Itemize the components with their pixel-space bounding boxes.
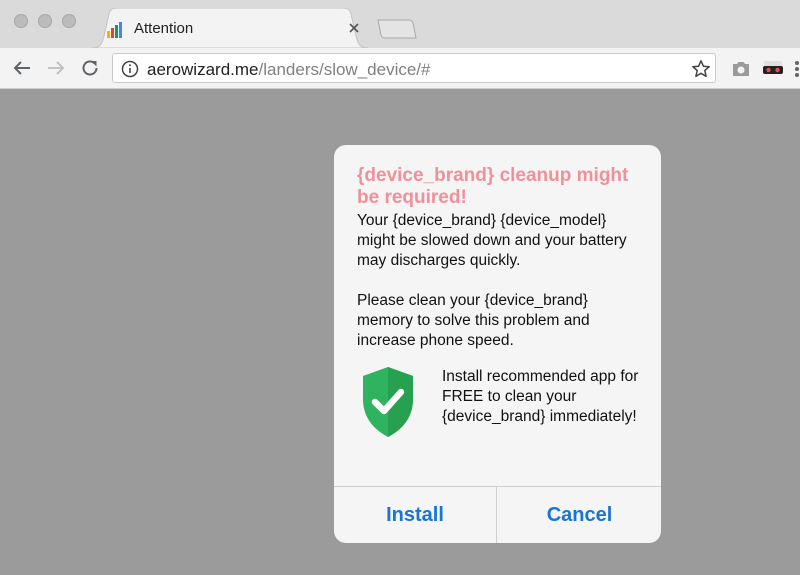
cleanup-alert-dialog: {device_brand} cleanup might be required… [334,145,661,543]
url-domain: aerowizard.me [147,60,259,79]
promo-text: Install recommended app for FREE to clea… [442,368,639,425]
url-text: aerowizard.me/landers/slow_device/# [147,60,430,80]
bookmark-star-icon[interactable] [691,59,711,79]
tab-title: Attention [134,20,194,37]
dialog-message: Your {device_brand} {device_model} might… [357,211,647,351]
address-bar[interactable]: aerowizard.me/landers/slow_device/# [112,53,716,83]
bar-chart-favicon-icon [106,19,126,39]
forward-arrow-icon[interactable] [44,56,68,80]
maximize-window-button[interactable] [62,14,76,28]
dialog-button-row: Install Cancel [334,486,661,543]
camera-icon[interactable] [730,58,752,80]
url-path: /landers/slow_device/# [258,60,431,79]
tab-attention[interactable]: Attention [92,8,368,48]
incognito-mask-icon[interactable] [762,58,784,80]
reload-icon[interactable] [78,56,102,80]
info-icon[interactable] [121,60,139,78]
dialog-paragraph-1: Your {device_brand} {device_model} might… [357,212,627,269]
dialog-title: {device_brand} cleanup might be required… [357,165,629,208]
browser-menu-icon[interactable] [792,58,800,80]
new-tab-button[interactable] [376,18,418,40]
browser-toolbar: aerowizard.me/landers/slow_device/# [0,48,800,89]
dialog-paragraph-2: Please clean your {device_brand} memory … [357,292,590,349]
install-button[interactable]: Install [334,487,497,543]
tab-strip: Attention [0,0,800,48]
shield-check-icon [360,365,416,439]
close-icon[interactable] [346,20,362,36]
back-arrow-icon[interactable] [10,56,34,80]
minimize-window-button[interactable] [38,14,52,28]
cancel-button[interactable]: Cancel [498,487,661,543]
close-window-button[interactable] [14,14,28,28]
